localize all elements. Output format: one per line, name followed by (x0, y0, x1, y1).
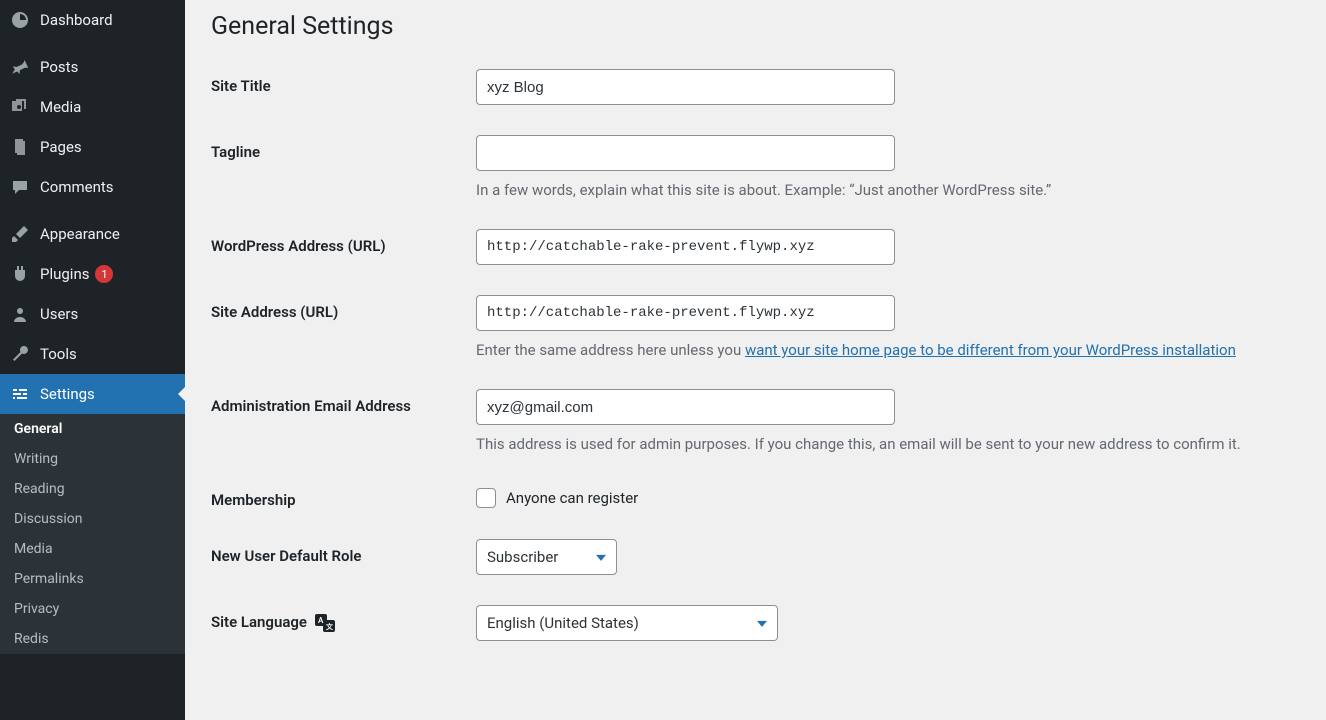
site-title-input[interactable] (476, 69, 895, 105)
settings-form: Site Title Tagline In a few words, expla… (211, 69, 1326, 641)
sidebar-item-label: Posts (40, 58, 78, 76)
submenu-item-writing[interactable]: Writing (0, 444, 185, 474)
dashboard-icon (10, 10, 30, 30)
tagline-help: In a few words, explain what this site i… (476, 181, 1326, 199)
wp-url-label: WordPress Address (URL) (211, 229, 476, 255)
sidebar-item-plugins[interactable]: Plugins 1 (0, 254, 185, 294)
media-icon (10, 97, 30, 117)
field-site-url: Site Address (URL) Enter the same addres… (211, 295, 1326, 359)
translate-icon: A文 (315, 614, 335, 632)
sidebar-item-dashboard[interactable]: Dashboard (0, 0, 185, 40)
svg-text:文: 文 (326, 622, 334, 631)
tagline-input[interactable] (476, 135, 895, 171)
sidebar-item-label: Media (40, 98, 81, 116)
field-language: Site Language A文 English (United States) (211, 605, 1326, 641)
sidebar-item-media[interactable]: Media (0, 87, 185, 127)
submenu-item-media[interactable]: Media (0, 534, 185, 564)
submenu-item-permalinks[interactable]: Permalinks (0, 564, 185, 594)
plugin-icon (10, 264, 30, 284)
sidebar-item-settings[interactable]: Settings (0, 374, 185, 414)
update-badge: 1 (95, 265, 113, 283)
site-title-label: Site Title (211, 69, 476, 95)
pin-icon (10, 57, 30, 77)
field-admin-email: Administration Email Address This addres… (211, 389, 1326, 453)
site-url-help: Enter the same address here unless you w… (476, 341, 1326, 359)
field-tagline: Tagline In a few words, explain what thi… (211, 135, 1326, 199)
site-url-input[interactable] (476, 295, 895, 331)
sidebar-item-appearance[interactable]: Appearance (0, 214, 185, 254)
membership-checkbox-label: Anyone can register (506, 489, 638, 507)
submenu-item-reading[interactable]: Reading (0, 474, 185, 504)
sidebar-item-label: Dashboard (40, 11, 113, 29)
submenu-item-privacy[interactable]: Privacy (0, 594, 185, 624)
sidebar-item-label: Users (40, 305, 78, 323)
admin-email-label: Administration Email Address (211, 389, 476, 415)
sidebar-item-label: Comments (40, 178, 114, 196)
language-label: Site Language A文 (211, 605, 476, 632)
wp-url-input[interactable] (476, 229, 895, 265)
default-role-select[interactable]: Subscriber (476, 539, 617, 575)
sidebar-item-posts[interactable]: Posts (0, 47, 185, 87)
sliders-icon (10, 384, 30, 404)
sidebar-item-comments[interactable]: Comments (0, 167, 185, 207)
language-select[interactable]: English (United States) (476, 605, 778, 641)
sidebar-item-label: Appearance (40, 225, 120, 243)
brush-icon (10, 224, 30, 244)
membership-label: Membership (211, 483, 476, 509)
page-title: General Settings (211, 12, 1326, 41)
users-icon (10, 304, 30, 324)
admin-sidebar: Dashboard Posts Media Pages Comments App… (0, 0, 185, 720)
comments-icon (10, 177, 30, 197)
submenu-item-discussion[interactable]: Discussion (0, 504, 185, 534)
admin-email-help: This address is used for admin purposes.… (476, 435, 1326, 453)
field-wp-url: WordPress Address (URL) (211, 229, 1326, 265)
site-url-help-link[interactable]: want your site home page to be different… (745, 341, 1236, 359)
wrench-icon (10, 344, 30, 364)
svg-text:A: A (318, 616, 324, 625)
sidebar-item-tools[interactable]: Tools (0, 334, 185, 374)
sidebar-item-label: Pages (40, 138, 82, 156)
sidebar-item-label: Plugins (40, 265, 89, 283)
pages-icon (10, 137, 30, 157)
tagline-label: Tagline (211, 135, 476, 161)
submenu-item-redis[interactable]: Redis (0, 624, 185, 654)
sidebar-item-label: Tools (40, 345, 77, 363)
sidebar-item-label: Settings (40, 385, 95, 403)
site-url-label: Site Address (URL) (211, 295, 476, 321)
default-role-label: New User Default Role (211, 539, 476, 565)
main-content: General Settings Site Title Tagline In a… (185, 0, 1326, 720)
field-membership: Membership Anyone can register (211, 483, 1326, 509)
submenu-item-general[interactable]: General (0, 414, 185, 444)
sidebar-item-pages[interactable]: Pages (0, 127, 185, 167)
admin-email-input[interactable] (476, 389, 895, 425)
field-site-title: Site Title (211, 69, 1326, 105)
field-default-role: New User Default Role Subscriber (211, 539, 1326, 575)
sidebar-item-users[interactable]: Users (0, 294, 185, 334)
membership-checkbox[interactable] (476, 488, 496, 508)
settings-submenu: General Writing Reading Discussion Media… (0, 414, 185, 654)
